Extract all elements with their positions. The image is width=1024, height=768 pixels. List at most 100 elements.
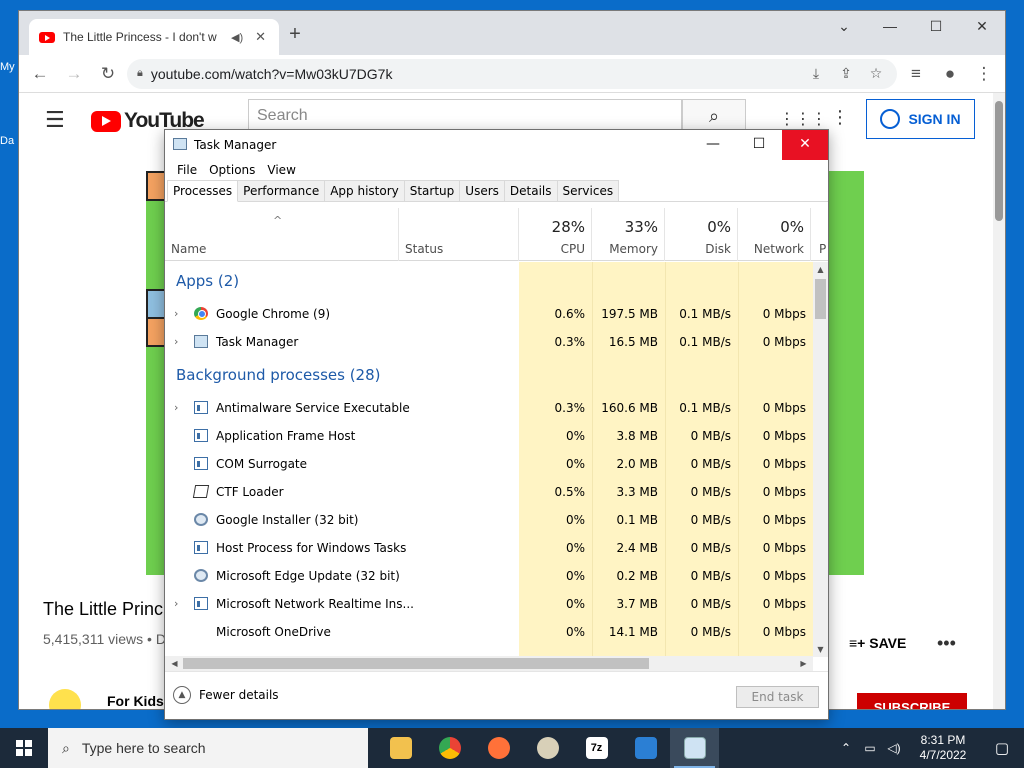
menu-kebab-icon[interactable]: ⋮ (969, 59, 999, 89)
tab-users[interactable]: Users (459, 180, 505, 201)
process-row[interactable]: › Task Manager 0.3% 16.5 MB 0.1 MB/s 0 Mbps (165, 328, 813, 356)
process-row[interactable]: Application Frame Host 0% 3.8 MB 0 MB/s 0 Mb… (165, 422, 813, 450)
video-frame-stripe (146, 171, 166, 201)
group-background[interactable]: Background processes (28) (176, 366, 381, 384)
media-controls-icon[interactable]: ≡ (901, 59, 931, 89)
page-scrollbar-thumb[interactable] (995, 101, 1003, 221)
tab-details[interactable]: Details (503, 180, 558, 201)
column-name-header[interactable]: ^ Name (165, 208, 399, 261)
reload-icon[interactable]: ↻ (93, 59, 123, 89)
process-list-vscroll[interactable]: ▲ ▼ (813, 262, 828, 657)
end-task-button[interactable]: End task (736, 686, 819, 708)
taskbar-search[interactable]: ⌕ Type here to search (48, 728, 368, 768)
more-actions-icon[interactable]: ••• (937, 633, 956, 654)
page-scrollbar[interactable] (993, 93, 1005, 709)
hamburger-menu-icon[interactable]: ☰ (45, 107, 65, 133)
column-cpu-header[interactable]: 28% CPU (519, 208, 592, 261)
menu-file[interactable]: File (171, 160, 203, 180)
volume-icon[interactable]: ◁) (882, 741, 906, 755)
minimize-button[interactable]: — (867, 11, 913, 41)
share-icon[interactable]: ⇪ (835, 65, 857, 82)
scroll-right-icon[interactable]: ▶ (796, 656, 811, 671)
apps-grid-icon[interactable]: ⋮⋮⋮ (779, 109, 827, 129)
tab-close-icon[interactable]: ✕ (255, 29, 266, 45)
network-icon[interactable]: ▭ (858, 741, 882, 755)
tab-performance[interactable]: Performance (237, 180, 326, 201)
hscroll-thumb[interactable] (183, 658, 649, 669)
column-status-header[interactable]: Status (399, 208, 519, 261)
start-button[interactable] (0, 728, 48, 768)
scroll-left-icon[interactable]: ◀ (167, 656, 182, 671)
paint-icon[interactable] (523, 728, 572, 768)
chrome-icon[interactable] (425, 728, 474, 768)
scroll-up-icon[interactable]: ▲ (813, 262, 828, 277)
subscribe-button[interactable]: SUBSCRIBE (857, 693, 967, 709)
tab-app-history[interactable]: App history (324, 180, 405, 201)
back-icon[interactable]: ← (25, 59, 55, 89)
bookmark-star-icon[interactable]: ☆ (865, 65, 887, 82)
sign-in-button[interactable]: SIGN IN (866, 99, 975, 139)
process-row[interactable]: COM Surrogate 0% 2.0 MB 0 MB/s 0 Mbps (165, 450, 813, 478)
lock-icon[interactable]: 🔒︎ (137, 67, 143, 80)
clock-date: 4/7/2022 (919, 748, 967, 762)
process-name: Google Chrome (9) (216, 307, 331, 321)
app-icon[interactable] (621, 728, 670, 768)
task-manager-titlebar[interactable]: Task Manager — ☐ ✕ (165, 130, 828, 160)
clock[interactable]: 8:31 PM 4/7/2022 (906, 733, 980, 763)
menu-options[interactable]: Options (203, 160, 261, 180)
fewer-details-button[interactable]: ▲ Fewer details (173, 686, 279, 704)
process-list-hscroll[interactable]: ◀ ▶ (165, 656, 813, 671)
install-icon[interactable]: ⤓ (805, 65, 827, 82)
process-name: Host Process for Windows Tasks (216, 541, 407, 555)
tab-startup[interactable]: Startup (403, 180, 461, 201)
tab-search-button[interactable]: ⌄ (821, 11, 867, 41)
address-bar[interactable]: 🔒︎ youtube.com/watch?v=Mw03kU7DG7k ⤓ ⇪ ☆ (127, 58, 897, 89)
process-row[interactable]: Microsoft Edge Update (32 bit) 0% 0.2 MB 0 … (165, 562, 813, 590)
search-icon[interactable]: ⌕ (682, 99, 746, 133)
process-row[interactable]: › Microsoft Network Realtime Ins... 0% 3.7 … (165, 590, 813, 618)
youtube-search-input[interactable]: Search (248, 99, 682, 133)
column-power-header[interactable]: P (811, 208, 828, 261)
process-row[interactable]: Host Process for Windows Tasks 0% 2.4 MB 0 … (165, 534, 813, 562)
tm-minimize-button[interactable]: — (690, 130, 736, 160)
process-row[interactable]: › Antimalware Service Executable 0.3% 160.6… (165, 394, 813, 422)
process-row[interactable]: › Google Chrome (9) 0.6% 197.5 MB 0.1 MB/s 0 … (165, 300, 813, 328)
process-disk: 0 MB/s (690, 485, 731, 499)
task-manager-icon[interactable] (670, 728, 719, 768)
column-disk-header[interactable]: 0% Disk (665, 208, 738, 261)
file-explorer-icon[interactable] (376, 728, 425, 768)
close-button[interactable]: ✕ (959, 11, 1005, 41)
column-memory-header[interactable]: 33% Memory (592, 208, 665, 261)
scroll-down-icon[interactable]: ▼ (813, 642, 828, 657)
audio-playing-icon[interactable]: ◀) (231, 31, 243, 44)
tab-services[interactable]: Services (556, 180, 620, 201)
tab-processes[interactable]: Processes (167, 180, 239, 202)
menu-view[interactable]: View (261, 160, 301, 180)
show-hidden-icons-icon[interactable]: ⌃ (834, 741, 858, 755)
profile-icon[interactable]: ● (935, 59, 965, 89)
vscroll-thumb[interactable] (815, 279, 826, 319)
tm-maximize-button[interactable]: ☐ (736, 130, 782, 160)
tm-close-button[interactable]: ✕ (782, 130, 828, 160)
settings-kebab-icon[interactable]: ⋮ (831, 107, 849, 128)
firefox-icon[interactable] (474, 728, 523, 768)
browser-tab[interactable]: The Little Princess - I don't w ◀) ✕ (29, 19, 279, 55)
expand-chevron-icon[interactable]: › (174, 307, 178, 320)
notification-icon[interactable]: ▢ (980, 739, 1024, 757)
expand-chevron-icon[interactable]: › (174, 597, 178, 610)
expand-chevron-icon[interactable]: › (174, 401, 178, 414)
save-button[interactable]: ≡+ SAVE (849, 635, 906, 651)
group-apps[interactable]: Apps (2) (176, 272, 239, 290)
new-tab-button[interactable]: + (281, 23, 309, 46)
process-row[interactable]: CTF Loader 0.5% 3.3 MB 0 MB/s 0 Mbps (165, 478, 813, 506)
expand-chevron-icon[interactable]: › (174, 335, 178, 348)
maximize-button[interactable]: ☐ (913, 11, 959, 41)
7zip-icon[interactable]: 7z (572, 728, 621, 768)
forward-icon[interactable]: → (59, 59, 89, 89)
channel-avatar[interactable] (49, 689, 81, 709)
column-network-header[interactable]: 0% Network (738, 208, 811, 261)
process-row[interactable]: Microsoft OneDrive 0% 14.1 MB 0 MB/s 0 Mbps (165, 618, 813, 646)
url-text[interactable]: youtube.com/watch?v=Mw03kU7DG7k (151, 66, 797, 82)
process-cpu: 0.6% (554, 307, 586, 321)
process-row[interactable]: Google Installer (32 bit) 0% 0.1 MB 0 MB/s 0… (165, 506, 813, 534)
